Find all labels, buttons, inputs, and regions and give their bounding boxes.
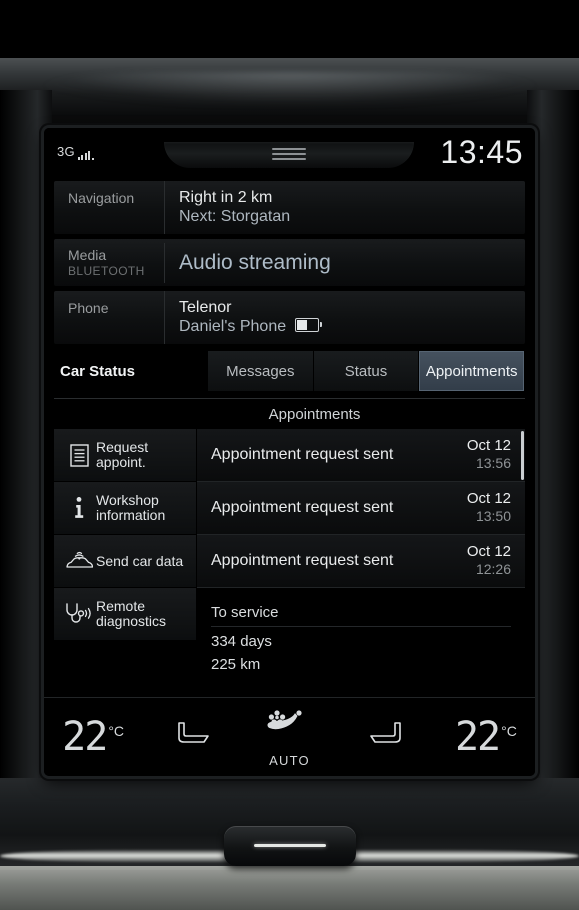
menu-item-label: Workshop information [96, 492, 166, 523]
status-bar: 3G 13:45 [44, 128, 535, 181]
menu-item-send-car-data[interactable]: Send car data [54, 535, 196, 588]
section-title: Appointments [268, 406, 361, 423]
climate-bar: 22 °C AUTO 22 °C [44, 697, 535, 776]
menu-item-request-appointment[interactable]: Request appoint. [54, 429, 196, 482]
tile-navigation-value: Right in 2 km Next: Storgatan [164, 181, 525, 234]
tile-phone[interactable]: Phone Telenor Daniel's Phone [54, 291, 525, 344]
temperature-right[interactable]: 22 °C [437, 714, 535, 760]
appointments-list[interactable]: Appointment request sent Oct 12 13:56 Ap… [196, 429, 525, 696]
tile-media-label: Media BLUETOOTH [68, 247, 145, 278]
scrollbar-thumb[interactable] [521, 431, 524, 480]
page-title: Car Status [60, 362, 136, 380]
seat-icon [368, 719, 408, 756]
list-item-time: 12:26 [475, 561, 511, 577]
menu-item-label: Send car data [96, 552, 184, 569]
service-days: 334 days [211, 633, 272, 650]
auto-label: AUTO [269, 752, 310, 768]
airflow-auto-icon [263, 709, 317, 751]
menu-item-remote-diagnostics[interactable]: Remote diagnostics [54, 588, 196, 641]
battery-half-icon [295, 318, 323, 332]
tile-phone-label: Phone [68, 300, 109, 316]
temperature-left[interactable]: 22 °C [44, 714, 142, 760]
seat-right-button[interactable] [339, 719, 437, 756]
stethoscope-icon [62, 602, 96, 626]
tile-navigation[interactable]: Navigation Right in 2 km Next: Storgatan [54, 181, 525, 234]
tile-media[interactable]: Media BLUETOOTH Audio streaming [54, 239, 525, 286]
list-item-time: 13:50 [475, 508, 511, 524]
car-upload-icon [62, 550, 96, 572]
tab-messages[interactable]: Messages [208, 351, 314, 391]
network-status: 3G [57, 144, 95, 160]
temp-right-unit: °C [501, 722, 517, 739]
list-item[interactable]: Appointment request sent Oct 12 12:26 [197, 535, 525, 588]
home-button[interactable] [224, 826, 356, 866]
infotainment-screen[interactable]: 3G 13:45 Navigation Right in 2 km Next: … [44, 128, 535, 776]
service-header: To service [211, 604, 511, 627]
menu-item-label: Request appoint. [96, 439, 149, 470]
service-distance: 225 km [211, 656, 261, 673]
menu-item-workshop-information[interactable]: Workshop information [54, 482, 196, 535]
list-item[interactable]: Appointment request sent Oct 12 13:56 [197, 429, 525, 482]
dash-reflection [40, 72, 540, 106]
seat-icon [171, 719, 211, 756]
temp-left-unit: °C [108, 722, 125, 739]
info-icon [62, 496, 96, 520]
menu-item-label: Remote diagnostics [96, 598, 167, 629]
dashboard: 3G 13:45 Navigation Right in 2 km Next: … [0, 0, 579, 910]
side-menu: Request appoint. Workshop information Se… [54, 429, 196, 696]
list-item-date: Oct 12 [466, 490, 511, 507]
airflow-auto-button[interactable]: AUTO [240, 707, 338, 768]
tab-status[interactable]: Status [313, 351, 420, 391]
network-label: 3G [57, 144, 75, 159]
phone-device-name: Daniel's Phone [179, 318, 287, 335]
clock: 13:45 [440, 134, 523, 170]
service-info: To service 334 days 225 km [197, 588, 525, 673]
temp-right-value: 22 [454, 714, 501, 760]
list-item-date: Oct 12 [466, 543, 511, 560]
car-status-tabbar: Car Status Messages Status Appointments [54, 351, 526, 391]
tile-phone-value: Telenor Daniel's Phone [164, 291, 525, 344]
list-item[interactable]: Appointment request sent Oct 12 13:50 [197, 482, 525, 535]
seat-left-button[interactable] [142, 719, 240, 756]
tab-appointments[interactable]: Appointments [419, 351, 526, 391]
document-icon [62, 443, 96, 467]
list-item-time: 13:56 [475, 455, 511, 471]
list-item-date: Oct 12 [466, 437, 511, 454]
tile-navigation-label: Navigation [68, 190, 135, 206]
content-area: Request appoint. Workshop information Se… [44, 429, 535, 696]
tile-media-value: Audio streaming [164, 242, 525, 283]
temp-left-value: 22 [62, 714, 108, 760]
speaker-grille [164, 142, 414, 168]
signal-bars-icon [77, 145, 96, 160]
console-floor [0, 866, 579, 910]
